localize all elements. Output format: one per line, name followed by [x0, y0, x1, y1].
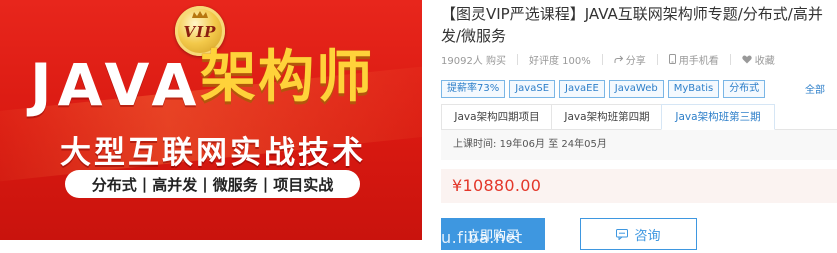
course-price: ¥10880.00 [452, 176, 542, 195]
course-tag[interactable]: JavaWeb [608, 80, 664, 98]
price-box: ¥10880.00 [441, 169, 837, 203]
banner-java-word: JAVA [30, 51, 203, 119]
crown-icon [192, 11, 208, 18]
banner-feature-pill: 分布式 | 高并发 | 微服务 | 项目实战 [65, 170, 360, 198]
period-tab[interactable]: Java架构班第四期 [551, 104, 663, 129]
class-time-label: 上课时间: [453, 139, 497, 150]
buyer-count: 19092人 购买 [441, 55, 506, 67]
course-tag[interactable]: 提薪率73% [441, 80, 506, 98]
banner-architect-word: 架构师 [200, 45, 374, 110]
banner-feature-separator: | [141, 175, 148, 193]
class-time-range: 19年06月 至 24年05月 [499, 139, 607, 150]
course-tag[interactable]: MyBatis [667, 80, 720, 98]
banner-feature: 微服务 [212, 175, 258, 194]
chat-icon [616, 228, 629, 240]
phone-icon [668, 54, 676, 64]
banner-feature-separator: | [262, 175, 269, 193]
favorite-label: 收藏 [754, 55, 775, 67]
rating-text: 好评度 100% [529, 55, 591, 67]
consult-button[interactable]: 咨询 [580, 218, 697, 250]
banner-feature-separator: | [202, 175, 208, 193]
banner-subtitle: 大型互联网实战技术 [60, 135, 366, 171]
period-tab[interactable]: Java架构四期项目 [441, 104, 553, 129]
watermark-text: u.fiba.net [441, 228, 523, 247]
course-tag[interactable]: JavaEE [559, 80, 605, 98]
course-cover-banner: VIP JAVA 架构师 大型互联网实战技术 分布式 | 高并发 | 微服务 |… [0, 0, 422, 240]
course-tag-list: 提薪率73% JavaSE JavaEE JavaWeb MyBatis 分布式 [441, 80, 766, 98]
meta-divider [601, 53, 603, 65]
course-tag[interactable]: 分布式 [723, 80, 766, 98]
share-button[interactable]: 分享 [614, 52, 646, 67]
mobile-view-button[interactable]: 用手机看 [668, 52, 719, 67]
meta-divider [517, 53, 518, 65]
banner-feature: 分布式 [91, 175, 137, 194]
vip-badge-text: VIP [183, 23, 217, 41]
favorite-button[interactable]: 收藏 [742, 52, 775, 67]
class-time-row: 上课时间: 19年06月 至 24年05月 [441, 130, 837, 160]
meta-divider [729, 53, 731, 65]
course-tag[interactable]: JavaSE [509, 80, 556, 98]
course-title: 【图灵VIP严选课程】JAVA互联网架构师专题/分布式/高并发/微服务 [441, 5, 823, 45]
all-tags-link[interactable]: 全部 [805, 81, 825, 96]
course-detail-panel: 【图灵VIP严选课程】JAVA互联网架构师专题/分布式/高并发/微服务 1909… [441, 0, 837, 250]
heart-icon [742, 55, 752, 63]
meta-divider [656, 53, 658, 65]
period-tab-active[interactable]: Java架构班第三期 [661, 104, 775, 130]
share-label: 分享 [625, 55, 646, 67]
banner-feature: 高并发 [152, 175, 198, 194]
share-icon [614, 55, 623, 63]
course-meta-row: 19092人 购买 好评度 100% 分享 用手机看 收藏 [441, 52, 775, 67]
period-tabs: Java架构四期项目 Java架构班第四期 Java架构班第三期 [441, 104, 837, 130]
banner-feature: 项目实战 [273, 175, 334, 194]
mobile-view-label: 用手机看 [678, 55, 719, 67]
consult-label: 咨询 [634, 228, 661, 244]
